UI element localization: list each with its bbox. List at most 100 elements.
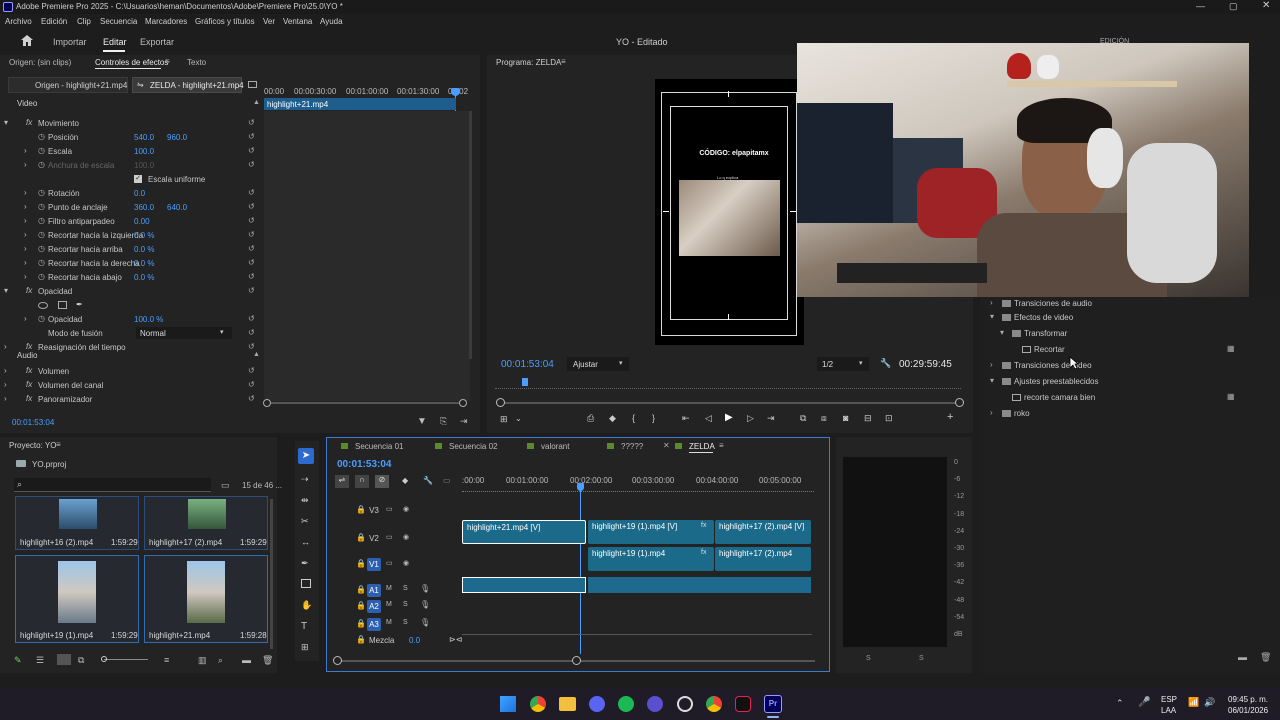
stopwatch-icon[interactable]: ◷ (38, 216, 45, 225)
effects-item[interactable]: ▾ Efectos de video (990, 311, 1270, 325)
collapse-icon[interactable]: ▲ (253, 99, 260, 106)
sync-lock-icon[interactable]: ▭ (386, 533, 393, 541)
reset-icon[interactable]: ↺ (248, 328, 255, 337)
program-frame[interactable]: CÓDIGO: elpapitamx Lo q explica (655, 79, 804, 345)
track-header[interactable]: 🔒 V2 ▭ ◉ (353, 532, 453, 546)
automate-icon[interactable]: ▥ (198, 655, 207, 666)
effect-row-value[interactable]: 100.0 % (134, 315, 163, 324)
stopwatch-icon[interactable]: ◷ (38, 132, 45, 141)
go-to-in-icon[interactable]: ⇤ (682, 413, 690, 424)
effect-row[interactable]: › fx Volumen del canal ↺ (0, 379, 262, 393)
new-bin-icon[interactable]: ▬ (1238, 652, 1247, 662)
ripple-edit-icon[interactable]: ⇹ (301, 495, 309, 506)
stopwatch-icon[interactable]: ◷ (38, 258, 45, 267)
go-to-out-icon[interactable]: ⇥ (767, 413, 775, 424)
effects-item[interactable]: › roko (990, 407, 1270, 421)
mix-end-icon[interactable]: ⊳⊲ (449, 635, 462, 644)
scroll-handle-right[interactable] (459, 399, 467, 407)
expand-icon[interactable]: › (4, 394, 7, 403)
pencil-icon[interactable]: ✎ (14, 655, 22, 666)
stopwatch-icon[interactable]: ◷ (38, 146, 45, 155)
effect-row[interactable]: ▾ fx Movimiento ↺ (0, 117, 262, 131)
expand-icon[interactable]: › (24, 258, 27, 267)
tiktok-icon[interactable] (735, 696, 751, 712)
reset-icon[interactable]: ↺ (248, 258, 255, 267)
reset-icon[interactable]: ↺ (248, 366, 255, 375)
expand-icon[interactable]: › (24, 202, 27, 211)
selection-tool-icon[interactable]: ➤ (298, 448, 314, 464)
clip-v2[interactable]: highlight+17 (2).mp4 [V] (715, 520, 811, 544)
jump-icon[interactable]: ⇥ (460, 416, 468, 427)
effect-row-value-2[interactable]: 960.0 (167, 133, 187, 142)
export-frame-icon[interactable]: ⎘ (440, 416, 447, 427)
effect-row[interactable]: › ◷ Punto de anclaje 360.0 640.0 ↺ (0, 201, 262, 215)
mix-row[interactable]: 🔒 Mezcla 0.0 ⊳⊲ (353, 635, 463, 647)
windows-start-icon[interactable] (500, 696, 516, 712)
razor-icon[interactable]: ✂ (301, 516, 309, 527)
reset-icon[interactable]: ↺ (248, 146, 255, 155)
project-item[interactable]: highlight+19 (1).mp4 1:59:29 (15, 555, 139, 643)
menu-graficos[interactable]: Gráficos y títulos (195, 17, 255, 26)
lock-icon[interactable]: 🔒 (356, 635, 366, 644)
clock-time[interactable]: 09:45 p. m. (1228, 695, 1268, 704)
lock-icon[interactable]: 🔒 (356, 505, 366, 514)
effect-row[interactable]: › ◷ Rotación 0.0 ↺ (0, 187, 262, 201)
track-select-icon[interactable]: ⇢ (301, 474, 309, 485)
filter-icon[interactable]: ▼ (417, 416, 427, 427)
region-indicator[interactable]: LAA (1161, 706, 1176, 715)
ec-keyframe-area[interactable] (264, 111, 470, 401)
volume-icon[interactable]: 🔊 (1204, 697, 1215, 708)
mix-value[interactable]: 0.0 (409, 636, 420, 645)
captions-icon[interactable]: ▭ (443, 476, 451, 485)
eye-icon[interactable]: ◉ (403, 533, 409, 541)
marker-icon[interactable]: ◆ (609, 413, 616, 424)
track-label[interactable]: V1 (367, 558, 381, 571)
track-label[interactable]: A2 (367, 600, 381, 613)
effect-row-value[interactable]: 0.0 % (134, 245, 154, 254)
stopwatch-icon[interactable]: ◷ (38, 244, 45, 253)
rectangle-icon[interactable] (301, 579, 311, 588)
timeline-playhead[interactable] (580, 484, 581, 654)
scroll-handle-left[interactable] (263, 399, 271, 407)
reset-icon[interactable]: ↺ (248, 188, 255, 197)
close-button[interactable]: ✕ (1262, 0, 1270, 11)
wrench-icon[interactable]: 🔧 (880, 358, 891, 369)
project-search[interactable]: ⌕ (14, 478, 211, 492)
chrome-icon[interactable] (530, 696, 546, 712)
effects-item[interactable]: ▾ Ajustes preestablecidos (990, 375, 1270, 389)
track-label[interactable]: A1 (367, 584, 381, 597)
sync-lock-icon[interactable]: ▭ (386, 559, 393, 567)
reset-icon[interactable]: ↺ (248, 132, 255, 141)
clip-tab-origen[interactable]: Origen - highlight+21.mp4 (8, 77, 128, 93)
stopwatch-icon[interactable]: ◷ (38, 160, 45, 169)
solo-icon[interactable]: S (403, 585, 408, 592)
uniform-scale-checkbox[interactable]: ✓ (134, 175, 142, 183)
expand-icon[interactable]: ▾ (990, 376, 994, 385)
mute-icon[interactable]: M (386, 585, 392, 592)
pen-mask-icon[interactable]: ✒ (76, 300, 83, 309)
mute-icon[interactable]: M (386, 601, 392, 608)
reset-icon[interactable]: ↺ (248, 244, 255, 253)
slip-icon[interactable]: ↔ (301, 537, 310, 547)
microphone-icon[interactable]: 🎤 (1138, 697, 1150, 708)
discord-icon[interactable] (589, 696, 605, 712)
sync-lock-icon[interactable]: ▭ (386, 505, 393, 513)
camera-icon[interactable]: ◙ (843, 413, 848, 423)
tab-controles-efectos[interactable]: Controles de efectos (95, 58, 168, 67)
clip-a1[interactable] (588, 577, 811, 593)
expand-icon[interactable]: ▾ (4, 118, 8, 127)
effects-item[interactable]: ▾ Transformar (1000, 327, 1280, 341)
play-icon[interactable]: ▶ (725, 412, 733, 423)
premiere-taskbar-icon[interactable]: Pr (764, 695, 782, 713)
expand-icon[interactable]: › (4, 366, 7, 375)
microphone-icon[interactable]: 🎙 (420, 600, 430, 609)
fit-select[interactable]: Ajustar ▾ (567, 357, 629, 371)
menu-ver[interactable]: Ver (263, 17, 275, 26)
effect-row-value[interactable]: 540.0 (134, 133, 154, 142)
effect-row[interactable]: › ◷ Recortar hacia arriba 0.0 % ↺ (0, 243, 262, 257)
menu-marcadores[interactable]: Marcadores (145, 17, 187, 26)
quality-select[interactable]: 1/2 ▾ (817, 357, 869, 371)
fx-icon[interactable]: fx (26, 118, 32, 127)
mark-out-icon[interactable]: } (652, 413, 655, 423)
expand-icon[interactable]: › (24, 188, 27, 197)
